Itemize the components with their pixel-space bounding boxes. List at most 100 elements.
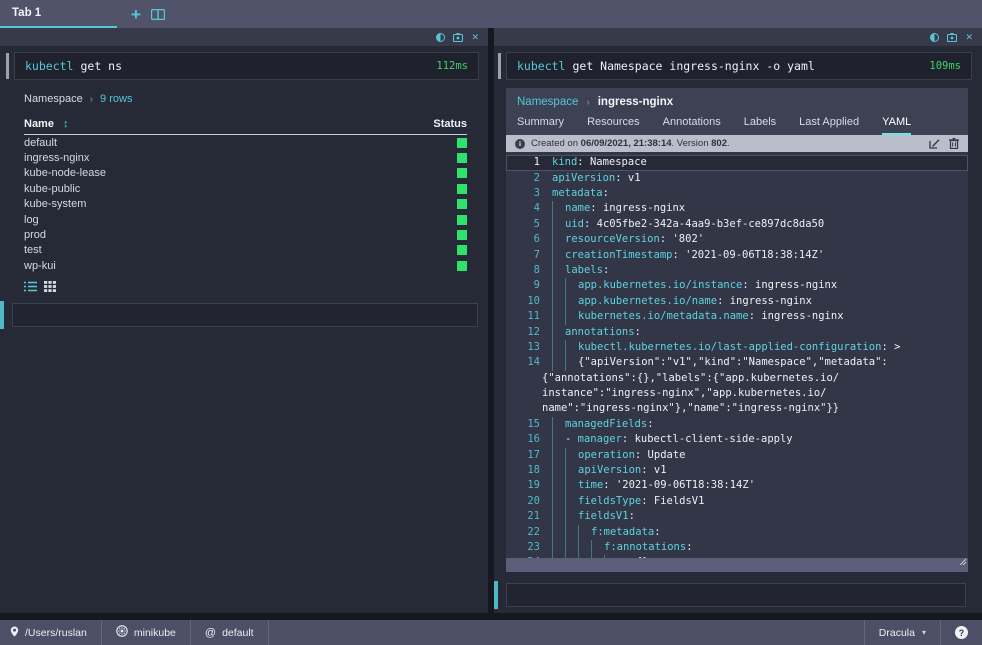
line-number: 23 [506, 540, 552, 555]
grid-view-icon[interactable] [44, 281, 56, 292]
namespace-name[interactable]: kube-node-lease [24, 167, 106, 179]
yaml-line: 2apiVersion: v1 [506, 171, 968, 186]
yaml-line: 21fieldsV1: [506, 509, 968, 524]
tab-last-applied[interactable]: Last Applied [799, 116, 859, 135]
line-number: 10 [506, 294, 552, 309]
namespace-name[interactable]: kube-public [24, 183, 80, 195]
line-number: 9 [506, 278, 552, 293]
line-number: 4 [506, 201, 552, 216]
yaml-line: 18apiVersion: v1 [506, 463, 968, 478]
table-row[interactable]: log [24, 212, 467, 227]
new-tab-icon[interactable]: + [131, 6, 141, 23]
command-program: kubectl [517, 59, 565, 73]
breadcrumb-kind: Namespace [24, 93, 83, 105]
screenshot-icon[interactable] [453, 33, 463, 42]
namespace-name[interactable]: log [24, 214, 39, 226]
namespace-name[interactable]: kube-system [24, 198, 86, 210]
tab-1[interactable]: Tab 1 [0, 0, 117, 28]
at-icon: @ [205, 627, 216, 639]
tab-annotations[interactable]: Annotations [663, 116, 721, 135]
command-duration: 112ms [436, 60, 468, 72]
sidecar-toolbar: i Created on 06/09/2021, 21:38:14. Versi… [506, 135, 968, 152]
status-ok-indicator [457, 168, 467, 178]
tab-yaml[interactable]: YAML [882, 116, 911, 135]
repl-input[interactable] [12, 303, 478, 327]
namespace-name[interactable]: default [24, 137, 57, 149]
delete-icon[interactable] [949, 138, 959, 149]
status-ok-indicator [457, 261, 467, 271]
theme-label: Dracula [879, 627, 915, 639]
yaml-line: 7creationTimestamp: '2021-09-06T18:38:14… [506, 248, 968, 263]
namespace-name[interactable]: test [24, 244, 42, 256]
status-ok-indicator [457, 138, 467, 148]
yaml-line: 8labels: [506, 263, 968, 278]
help-icon: ? [955, 626, 968, 639]
table-row[interactable]: ingress-nginx [24, 150, 467, 165]
table-row[interactable]: default [24, 135, 467, 150]
namespace-name[interactable]: ingress-nginx [24, 152, 89, 164]
kui-window: Tab 1 + ✕ kubectl [0, 0, 982, 645]
yaml-editor[interactable]: 1kind: Namespace2apiVersion: v13metadata… [506, 152, 968, 558]
contrast-icon[interactable] [930, 33, 939, 42]
command-program: kubectl [25, 59, 73, 73]
yaml-line: 17operation: Update [506, 448, 968, 463]
status-ok-indicator [457, 153, 467, 163]
contrast-icon[interactable] [436, 33, 445, 42]
sort-icon[interactable]: ↕ [63, 118, 69, 130]
theme-dropdown[interactable]: Dracula ▾ [864, 620, 941, 645]
close-icon[interactable]: ✕ [965, 33, 973, 42]
yaml-line: 5uid: 4c05fbe2-342a-4aa9-b3ef-ce897dc8da… [506, 217, 968, 232]
line-number [506, 386, 542, 401]
line-number: 22 [506, 525, 552, 540]
table-row[interactable]: test [24, 243, 467, 258]
screenshot-icon[interactable] [947, 33, 957, 42]
list-view-icon[interactable] [24, 281, 37, 292]
tab-summary[interactable]: Summary [517, 116, 564, 135]
line-number: 7 [506, 248, 552, 263]
namespace-segment[interactable]: @ default [191, 620, 269, 645]
yaml-line: 22f:metadata: [506, 525, 968, 540]
help-segment[interactable]: ? [941, 620, 982, 645]
table-row[interactable]: prod [24, 227, 467, 242]
command-args: get Namespace ingress-nginx -o yaml [572, 59, 814, 73]
line-number: 3 [506, 186, 552, 201]
yaml-line: 19time: '2021-09-06T18:38:14Z' [506, 478, 968, 493]
yaml-wrap-line: instance":"ingress-nginx","app.kubernete… [506, 386, 968, 401]
tab-bar: Tab 1 + [0, 0, 982, 28]
namespace-name[interactable]: prod [24, 229, 46, 241]
left-pane: ✕ kubectl get ns 112ms Namespace › 9 row… [0, 28, 488, 613]
yaml-line: 4name: ingress-nginx [506, 201, 968, 216]
cwd-segment[interactable]: /Users/ruslan [0, 620, 102, 645]
line-number: 5 [506, 217, 552, 232]
namespace-name[interactable]: wp-kui [24, 260, 56, 272]
resize-grip-icon[interactable] [958, 552, 966, 570]
table-header: Name ↕ Status [24, 118, 467, 135]
yaml-wrap-line: name":"ingress-nginx"},"name":"ingress-n… [506, 401, 968, 416]
line-number: 1 [506, 155, 552, 170]
close-icon[interactable]: ✕ [471, 33, 479, 42]
table-row[interactable]: kube-system [24, 197, 467, 212]
tab-labels[interactable]: Labels [744, 116, 776, 135]
sidecar-card: Namespace › ingress-nginx SummaryResourc… [506, 88, 968, 572]
line-number: 19 [506, 478, 552, 493]
split-pane-icon[interactable] [151, 9, 165, 20]
table-row[interactable]: kube-node-lease [24, 166, 467, 181]
location-pin-icon [10, 626, 19, 640]
breadcrumb-row-count[interactable]: 9 rows [100, 93, 132, 105]
right-pane-header: ✕ [494, 28, 982, 46]
command-line: kubectl get Namespace ingress-nginx -o y… [506, 52, 972, 80]
line-number: 17 [506, 448, 552, 463]
context-segment[interactable]: minikube [102, 620, 191, 645]
edit-icon[interactable] [929, 138, 940, 149]
horizontal-scrollbar[interactable] [506, 558, 968, 572]
repl-input[interactable] [506, 583, 966, 607]
active-block-indicator [494, 581, 498, 609]
table-row[interactable]: wp-kui [24, 258, 467, 273]
sidecar-tabs: Summary Resources Annotations Labels Last Ap… [506, 111, 968, 135]
breadcrumb: Namespace › 9 rows [24, 93, 467, 105]
tab-resources[interactable]: Resources [587, 116, 640, 135]
tab-bar-actions: + [131, 0, 165, 28]
line-number: 12 [506, 325, 552, 340]
breadcrumb-kind[interactable]: Namespace [517, 96, 578, 108]
table-row[interactable]: kube-public [24, 181, 467, 196]
